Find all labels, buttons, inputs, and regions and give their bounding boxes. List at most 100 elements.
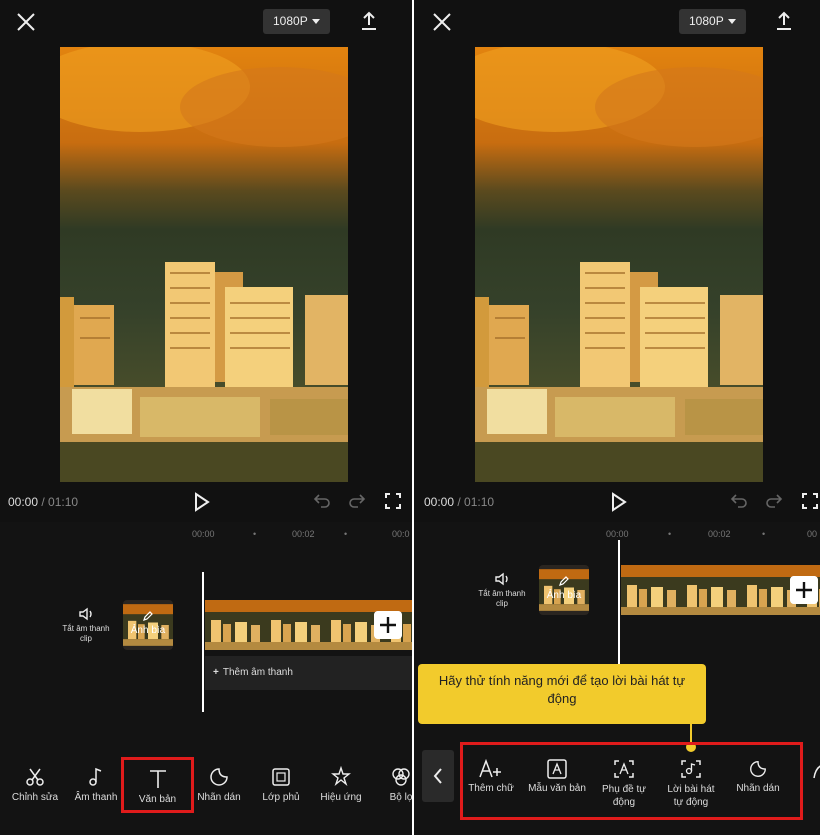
fullscreen-icon[interactable] [802,493,818,509]
partial-tool-icon [813,765,820,779]
add-clip-button[interactable] [374,611,402,639]
effects-icon [331,766,351,787]
playhead[interactable] [202,572,204,712]
tooltip-text: Hãy thử tính năng mới để tạo lời bài hát… [438,673,686,706]
tooltip-pointer [690,724,692,744]
text-template-icon [547,759,567,779]
sticker-icon [210,768,228,786]
time-separator: / [454,495,465,509]
tool-auto-caption[interactable]: Phụ đề tự động [596,759,652,809]
ruler-mark: 00:00 [606,529,629,539]
overlay-icon [272,768,290,786]
tool-label: Lời bài hát tự động [667,784,715,808]
tool-label: Nhãn dán [736,783,780,794]
fullscreen-icon[interactable] [385,493,401,509]
play-icon[interactable] [193,492,211,512]
auto-lyrics-icon [681,760,701,778]
tool-sticker[interactable]: Nhãn dán [730,759,786,794]
tool-add-text[interactable]: Thêm chữ [464,759,518,794]
ruler-mark: • [668,529,672,539]
ruler-mark: 00:02 [292,529,315,539]
ruler-mark: • [762,529,766,539]
pencil-icon [559,576,569,586]
tool-filter[interactable]: Bộ lọ [378,766,412,803]
current-time: 00:00 [424,495,455,509]
mute-clip-button[interactable]: Tắt âm thanh clip [478,572,526,609]
tool-label: Chỉnh sửa [11,792,59,803]
tool-label: Hiệu ứng [320,792,362,803]
tool-effects[interactable]: Hiệu ứng [313,766,369,803]
ruler-mark: 00:00 [192,529,215,539]
resolution-label: 1080P [689,14,724,28]
music-note-icon [89,767,102,786]
chevron-left-icon [433,768,442,784]
tool-label: Văn bản [138,794,177,805]
mute-clip-label: Tắt âm thanh clip [62,624,110,643]
tool-edit[interactable]: Chỉnh sửa [6,766,64,803]
tool-label: Thêm chữ [468,783,514,794]
cover-thumbnail[interactable]: Ảnh bìa [539,565,589,615]
filter-icon [392,768,410,786]
tool-audio[interactable]: Âm thanh [68,766,124,803]
total-time: 01:10 [48,495,79,509]
tool-label: Bộ lọ [389,792,412,803]
resolution-label: 1080P [273,14,308,28]
redo-icon[interactable] [765,493,783,509]
resolution-dropdown[interactable]: 1080P [679,9,746,34]
mute-clip-label: Tắt âm thanh clip [478,589,526,608]
time-separator: / [38,495,49,509]
back-button[interactable] [422,750,454,802]
add-audio-label: Thêm âm thanh [222,667,293,678]
export-icon[interactable] [773,10,795,32]
ruler-mark: 00:0 [392,529,410,539]
redo-icon[interactable] [348,493,366,509]
undo-icon[interactable] [313,493,331,509]
scissors-icon [26,768,44,786]
total-time: 01:10 [464,495,495,509]
auto-caption-icon [614,760,634,778]
speaker-icon [79,607,92,621]
tool-label: Mẫu văn bản [528,783,586,794]
ruler-mark: 00:02 [708,529,731,539]
sticker-icon [750,761,766,777]
cover-thumbnail[interactable]: Ảnh bìa [123,600,173,650]
playback-time: 00:00 / 01:10 [8,495,78,509]
export-icon[interactable] [358,10,380,32]
undo-icon[interactable] [730,493,748,509]
new-feature-tooltip[interactable]: Hãy thử tính năng mới để tạo lời bài hát… [418,664,706,724]
ruler-mark: • [344,529,348,539]
tool-label: Âm thanh [74,792,118,803]
tool-text-template[interactable]: Mẫu văn bản [524,759,590,794]
add-audio-track[interactable]: + Thêm âm thanh [205,656,412,690]
tool-auto-lyrics[interactable]: Lời bài hát tự động [658,759,724,809]
ruler-mark: 00 [807,529,818,539]
playback-time: 00:00 / 01:10 [424,495,494,509]
video-preview [60,47,348,482]
tool-label: Phụ đề tự động [602,784,646,808]
close-icon[interactable] [430,10,454,34]
resolution-dropdown[interactable]: 1080P [263,9,330,34]
pencil-icon [143,611,153,621]
tool-sticker[interactable]: Nhãn dán [194,766,244,803]
close-icon[interactable] [14,10,38,34]
video-preview [475,47,763,482]
caret-down-icon [727,19,736,25]
mute-clip-button[interactable]: Tắt âm thanh clip [62,607,110,644]
play-icon[interactable] [610,492,628,512]
tool-overlay[interactable]: Lớp phủ [253,766,309,803]
text-icon [149,770,166,788]
tool-label: Lớp phủ [262,792,300,803]
plus-icon: + [213,667,219,678]
tool-label: Nhãn dán [197,792,241,803]
tool-text[interactable]: Văn bản [121,757,194,813]
cover-label: Ảnh bìa [546,590,582,601]
editor-panel-right: 1080P 00:00 / 01:10 00:00 • 00:02 • 00 T… [414,0,820,835]
current-time: 00:00 [8,495,39,509]
ruler-mark: • [253,529,257,539]
speaker-icon [495,572,508,586]
editor-panel-left: 1080P 00:00 / 01:10 00:00 • 00:02 • 00:0… [0,0,412,835]
cover-label: Ảnh bìa [130,625,166,636]
caret-down-icon [311,19,320,25]
next-tool-partial[interactable] [812,760,820,800]
add-clip-button[interactable] [790,576,818,604]
